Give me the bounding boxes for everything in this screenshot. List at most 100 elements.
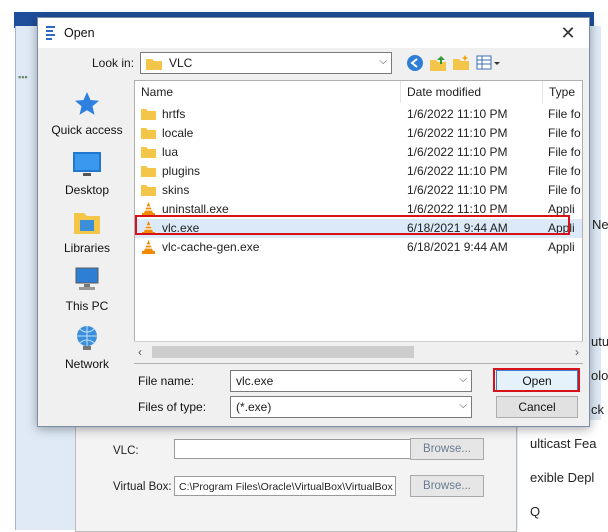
place-network[interactable]: Network xyxy=(44,324,130,371)
file-name: plugins xyxy=(162,164,201,178)
vlc-path-field[interactable] xyxy=(174,439,412,459)
vlc-cone-icon xyxy=(141,240,156,257)
back-arrow-icon xyxy=(407,55,423,71)
file-name: vlc-cache-gen.exe xyxy=(162,240,260,254)
vlc-path-label: VLC: xyxy=(113,445,139,457)
files-of-type-label: Files of type: xyxy=(138,400,207,414)
star-icon xyxy=(44,90,130,121)
place-quick-access[interactable]: Quick access xyxy=(44,90,130,137)
view-menu-button[interactable] xyxy=(476,54,502,72)
file-date: 1/6/2022 11:10 PM xyxy=(407,145,508,159)
file-name-input[interactable]: vlc.exe ⌵ xyxy=(230,370,472,392)
files-of-type-value: (*.exe) xyxy=(236,400,272,414)
background-side-text: utu xyxy=(591,334,608,349)
place-desktop[interactable]: Desktop xyxy=(44,150,130,197)
place-label: Desktop xyxy=(64,183,110,197)
background-settings-panel: VLC: Browse... Virtual Box: C:\Program F… xyxy=(75,420,517,532)
background-toolbar-stub: ▪▪▪ xyxy=(18,72,28,82)
dialog-titlebar: Open ✕ xyxy=(38,18,589,48)
look-in-dropdown[interactable]: VLC ⌵ xyxy=(140,52,392,74)
file-row[interactable]: hrtfs 1/6/2022 11:10 PM File fo xyxy=(135,105,582,124)
file-date: 6/18/2021 9:44 AM xyxy=(407,240,508,254)
dialog-title: Open xyxy=(64,26,95,40)
close-button[interactable]: ✕ xyxy=(557,22,579,44)
app-icon xyxy=(44,25,58,41)
file-row[interactable]: vlc-cache-gen.exe 6/18/2021 9:44 AM Appl… xyxy=(135,238,582,257)
place-this-pc[interactable]: This PC xyxy=(44,266,130,313)
file-name: lua xyxy=(162,145,179,159)
place-label: Quick access xyxy=(51,123,123,137)
file-row[interactable]: locale 1/6/2022 11:10 PM File fo xyxy=(135,124,582,143)
file-row[interactable]: skins 1/6/2022 11:10 PM File fo xyxy=(135,181,582,200)
folder-icon xyxy=(141,183,156,199)
cancel-button[interactable]: Cancel xyxy=(496,396,578,418)
scroll-right-icon[interactable]: › xyxy=(575,345,579,359)
scrollbar-thumb[interactable] xyxy=(152,346,414,358)
new-folder-button[interactable] xyxy=(452,54,470,72)
file-type: File fo xyxy=(548,145,581,159)
libraries-icon xyxy=(44,208,130,239)
virtualbox-path-field[interactable]: C:\Program Files\Oracle\VirtualBox\Virtu… xyxy=(174,476,396,496)
place-label: This PC xyxy=(65,299,109,313)
folder-icon xyxy=(146,57,162,73)
folder-icon xyxy=(141,145,156,161)
file-row[interactable]: plugins 1/6/2022 11:10 PM File fo xyxy=(135,162,582,181)
up-folder-button[interactable] xyxy=(429,54,447,72)
folder-icon xyxy=(141,164,156,180)
scroll-left-icon[interactable]: ‹ xyxy=(138,345,142,359)
file-date: 1/6/2022 11:10 PM xyxy=(407,126,508,140)
open-highlight-outline xyxy=(493,368,580,392)
file-type: File fo xyxy=(548,183,581,197)
places-bar: Quick access Desktop Libraries This PC N… xyxy=(44,80,130,398)
column-header-name[interactable]: Name xyxy=(135,81,401,103)
file-date: 1/6/2022 11:10 PM xyxy=(407,202,508,216)
folder-icon xyxy=(141,107,156,123)
background-side-text: ck xyxy=(591,402,604,417)
open-file-dialog: Open ✕ Look in: VLC ⌵ Quick access Deskt… xyxy=(37,17,590,427)
place-libraries[interactable]: Libraries xyxy=(44,208,130,255)
file-row[interactable]: lua 1/6/2022 11:10 PM File fo xyxy=(135,143,582,162)
files-of-type-dropdown[interactable]: (*.exe) ⌵ xyxy=(230,396,472,418)
file-name-value: vlc.exe xyxy=(236,374,274,388)
selection-highlight-outline xyxy=(135,215,570,235)
desktop-icon xyxy=(44,150,130,181)
file-date: 1/6/2022 11:10 PM xyxy=(407,107,508,121)
virtualbox-path-label: Virtual Box: xyxy=(113,481,172,493)
place-label: Libraries xyxy=(63,241,111,255)
chevron-down-icon: ⌵ xyxy=(379,56,387,67)
file-name: skins xyxy=(162,183,190,197)
folder-icon xyxy=(141,126,156,142)
close-icon: ✕ xyxy=(560,23,576,43)
view-menu-icon xyxy=(476,55,500,70)
background-side-text: olo xyxy=(591,368,608,383)
background-side-text: Q xyxy=(530,504,541,519)
look-in-label: Look in: xyxy=(92,56,135,70)
look-in-value: VLC xyxy=(169,56,193,70)
column-header-date[interactable]: Date modified xyxy=(401,81,543,103)
vlc-browse-button[interactable]: Browse... xyxy=(410,438,484,460)
file-name: hrtfs xyxy=(162,107,186,121)
column-header-type[interactable]: Type xyxy=(543,81,582,103)
file-name: locale xyxy=(162,126,194,140)
computer-icon xyxy=(44,266,130,297)
file-date: 1/6/2022 11:10 PM xyxy=(407,164,508,178)
file-type: Appli xyxy=(548,240,575,254)
file-type: File fo xyxy=(548,164,581,178)
place-label: Network xyxy=(64,357,109,371)
background-side-text: Ne xyxy=(592,217,608,232)
file-name: uninstall.exe xyxy=(162,202,229,216)
file-name-label: File name: xyxy=(138,374,195,388)
horizontal-scrollbar[interactable]: ‹ › xyxy=(134,341,583,363)
up-folder-icon xyxy=(430,56,446,71)
background-side-text: exible Depl xyxy=(530,470,595,485)
chevron-down-icon: ⌵ xyxy=(459,400,467,411)
chevron-down-icon[interactable]: ⌵ xyxy=(459,374,467,385)
file-type: Appli xyxy=(548,202,575,216)
file-date: 1/6/2022 11:10 PM xyxy=(407,183,508,197)
background-side-text: ulticast Fea xyxy=(530,436,597,451)
back-button[interactable] xyxy=(406,54,424,72)
file-type: File fo xyxy=(548,126,581,140)
virtualbox-browse-button[interactable]: Browse... xyxy=(410,475,484,497)
file-type: File fo xyxy=(548,107,581,121)
network-icon xyxy=(44,324,130,355)
